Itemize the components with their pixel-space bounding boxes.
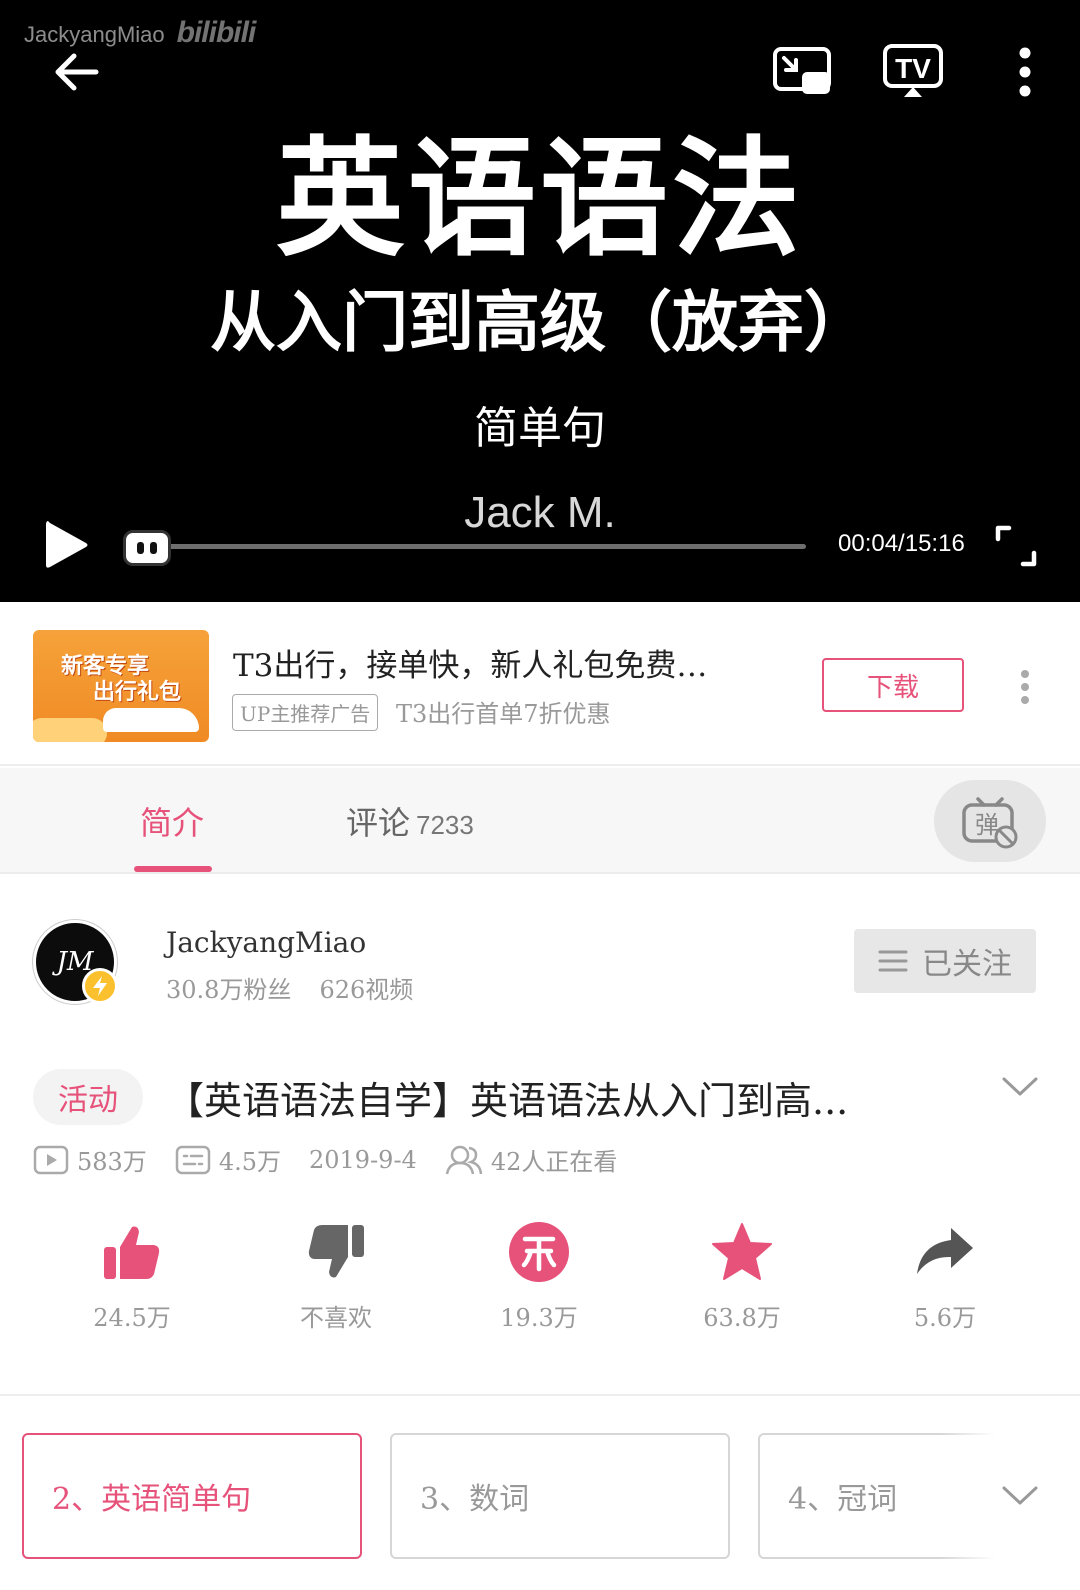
uploader-name[interactable]: JackyangMiao (166, 926, 366, 959)
like-count: 24.5万 (93, 1304, 171, 1332)
progress-bar[interactable] (140, 544, 806, 549)
uploader-video-count: 626视频 (319, 976, 414, 1004)
dislike-label: 不喜欢 (300, 1304, 372, 1332)
tab-comments[interactable]: 评论 7233 (346, 798, 474, 844)
publish-date: 2019-9-4 (308, 1145, 417, 1174)
coin-count: 19.3万 (500, 1304, 578, 1332)
lightning-badge-icon (82, 968, 118, 1004)
episode-item-active[interactable]: 2、英语简单句 (22, 1433, 362, 1559)
chevron-down-icon[interactable] (1000, 1072, 1040, 1102)
favorite-count: 63.8万 (703, 1304, 781, 1332)
activity-tag[interactable]: 活动 (33, 1069, 143, 1125)
tab-bar: 简介 评论 7233 弹 (0, 768, 1080, 874)
like-button[interactable]: 24.5万 (62, 1220, 202, 1333)
people-icon (445, 1145, 483, 1174)
share-count: 5.6万 (913, 1304, 977, 1332)
star-icon (710, 1220, 774, 1284)
bilibili-logo: bilibili (176, 16, 257, 49)
video-title: 【英语语法自学】英语语法从入门到高... (166, 1079, 849, 1123)
ad-thumbnail[interactable]: 新客专享 出行礼包 (33, 630, 209, 742)
followed-label: 已关注 (922, 947, 1012, 982)
danmaku-count: 4.5万 (175, 1142, 281, 1177)
video-player[interactable]: JackyangMiao bilibili TV 英语语法 从入门到高级（放弃）… (0, 0, 1080, 602)
video-frame-subtitle: 从入门到高级（放弃） (210, 284, 870, 361)
ad-banner[interactable]: 新客专享 出行礼包 T3出行，接单快，新人礼包免费… UP主推荐广告 T3出行首… (0, 602, 1080, 766)
video-frame-title: 英语语法 (275, 125, 804, 274)
episode-item[interactable]: 3、数词 (390, 1433, 730, 1559)
ad-title[interactable]: T3出行，接单快，新人礼包免费… (233, 640, 707, 685)
tv-cast-icon[interactable]: TV (880, 40, 946, 102)
svg-text:TV: TV (895, 53, 931, 84)
thumbs-up-icon (100, 1220, 164, 1284)
ad-thumb-line2: 出行礼包 (93, 680, 182, 705)
uploader-stats: 30.8万粉丝 626视频 (166, 970, 413, 1005)
tab-comments-label: 评论 (346, 804, 411, 842)
play-icon[interactable] (38, 515, 94, 575)
menu-lines-icon (878, 950, 908, 972)
tab-intro[interactable]: 简介 (140, 798, 204, 844)
uploader-fans: 30.8万粉丝 (166, 976, 292, 1004)
pip-icon[interactable] (770, 42, 834, 102)
ad-badge: UP主推荐广告 (232, 694, 379, 731)
ad-download-button[interactable]: 下载 (822, 658, 964, 712)
coin-button[interactable]: 19.3万 (469, 1220, 609, 1333)
ad-more-icon[interactable] (1010, 662, 1040, 712)
view-count: 583万 (33, 1142, 147, 1177)
share-button[interactable]: 5.6万 (875, 1220, 1015, 1333)
tab-active-indicator (134, 866, 212, 872)
share-arrow-icon (913, 1220, 977, 1284)
more-vertical-icon[interactable] (1005, 42, 1045, 102)
danmaku-toggle-button[interactable]: 弹 (934, 780, 1046, 862)
video-meta: 583万 4.5万 2019-9-4 42人正在看 (33, 1142, 645, 1177)
play-count-icon (33, 1145, 69, 1174)
danmaku-count-icon (175, 1145, 211, 1174)
progress-thumb[interactable] (122, 530, 171, 566)
coin-icon (507, 1220, 571, 1284)
watching-now: 42人正在看 (445, 1142, 617, 1177)
followed-button[interactable]: 已关注 (854, 929, 1036, 993)
episode-expand-chevron-icon[interactable] (1000, 1480, 1040, 1512)
danmaku-off-icon: 弹 (962, 797, 1018, 849)
video-frame-topic: 简单句 (474, 403, 606, 454)
favorite-button[interactable]: 63.8万 (672, 1220, 812, 1333)
ad-subtitle: T3出行首单7折优惠 (396, 700, 611, 728)
tab-comments-count: 7233 (416, 810, 474, 840)
back-arrow-icon[interactable] (44, 40, 108, 104)
car-icon (103, 708, 199, 732)
thumbs-down-icon (304, 1220, 368, 1284)
fullscreen-icon[interactable] (994, 524, 1038, 568)
section-divider (0, 1394, 1080, 1396)
playback-time: 00:04/15:16 (838, 530, 965, 557)
dislike-button[interactable]: 不喜欢 (266, 1220, 406, 1333)
